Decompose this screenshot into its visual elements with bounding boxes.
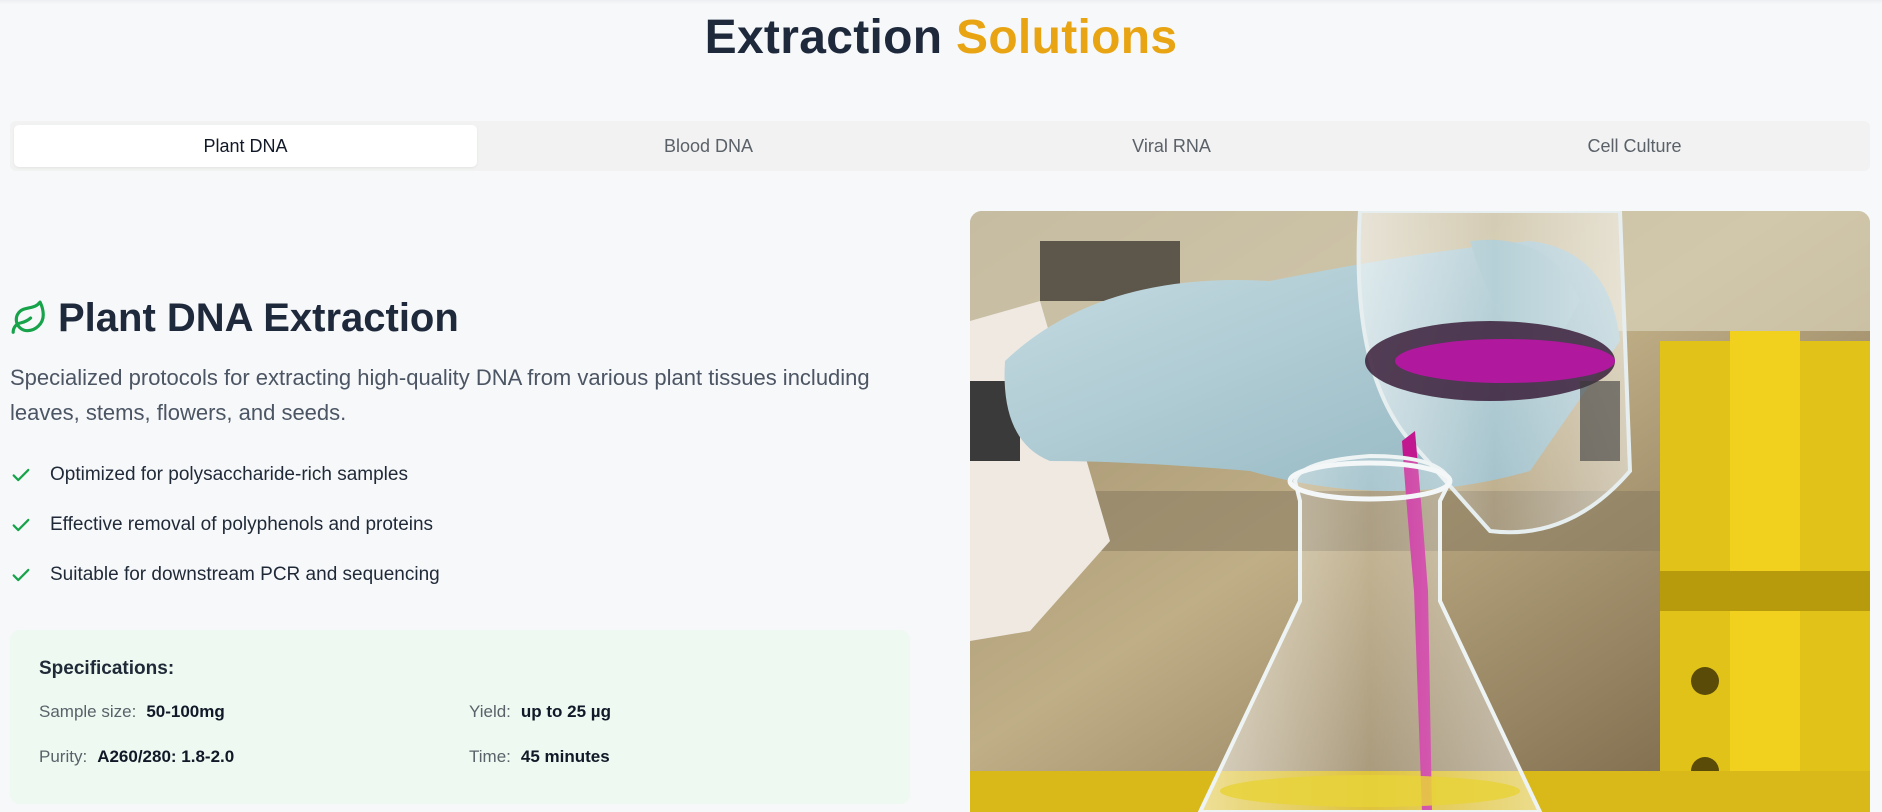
spec-purity: Purity: A260/280: 1.8-2.0 — [39, 745, 469, 769]
check-icon — [10, 564, 32, 586]
section-heading-text: Plant DNA Extraction — [58, 295, 459, 340]
specifications-grid: Sample size: 50-100mg Yield: up to 25 µg… — [39, 700, 881, 769]
section-description: Specialized protocols for extracting hig… — [10, 365, 870, 425]
tab-cell-culture[interactable]: Cell Culture — [1403, 125, 1866, 167]
header-shadow — [0, 0, 1882, 4]
list-item: Suitable for downstream PCR and sequenci… — [10, 550, 910, 600]
spec-value: A260/280: 1.8-2.0 — [97, 747, 235, 766]
feature-text: Effective removal of polyphenols and pro… — [50, 514, 434, 535]
spec-label: Sample size: — [39, 702, 137, 721]
check-icon — [10, 514, 32, 536]
page-title: Extraction Solutions — [0, 10, 1882, 65]
feature-text: Suitable for downstream PCR and sequenci… — [50, 564, 440, 585]
spec-label: Purity: — [39, 747, 88, 766]
specifications-title: Specifications: — [39, 658, 175, 679]
spec-label: Time: — [469, 747, 511, 766]
spec-value: up to 25 µg — [520, 702, 611, 721]
specifications-card: Specifications: Sample size: 50-100mg Yi… — [10, 630, 910, 804]
content-panel: Plant DNA Extraction Specialized protoco… — [10, 290, 910, 600]
spec-yield: Yield: up to 25 µg — [469, 700, 899, 724]
feature-text: Optimized for polysaccharide-rich sample… — [50, 464, 408, 485]
spec-value: 50-100mg — [146, 702, 225, 721]
list-item: Effective removal of polyphenols and pro… — [10, 500, 910, 550]
check-icon — [10, 464, 32, 486]
spec-label: Yield: — [469, 702, 511, 721]
spec-sample-size: Sample size: 50-100mg — [39, 700, 469, 724]
spec-value: 45 minutes — [520, 747, 610, 766]
feature-list: Optimized for polysaccharide-rich sample… — [10, 450, 910, 600]
title-accent: Solutions — [956, 11, 1178, 64]
list-item: Optimized for polysaccharide-rich sample… — [10, 450, 910, 500]
lab-photo — [970, 211, 1870, 812]
spec-time: Time: 45 minutes — [469, 745, 899, 769]
sample-type-tabs: Plant DNA Blood DNA Viral RNA Cell Cultu… — [10, 121, 1870, 171]
title-main: Extraction — [704, 11, 943, 64]
tab-plant-dna[interactable]: Plant DNA — [14, 125, 477, 167]
leaf-icon — [10, 299, 48, 337]
tab-blood-dna[interactable]: Blood DNA — [477, 125, 940, 167]
tab-viral-rna[interactable]: Viral RNA — [940, 125, 1403, 167]
section-heading: Plant DNA Extraction — [10, 290, 910, 346]
